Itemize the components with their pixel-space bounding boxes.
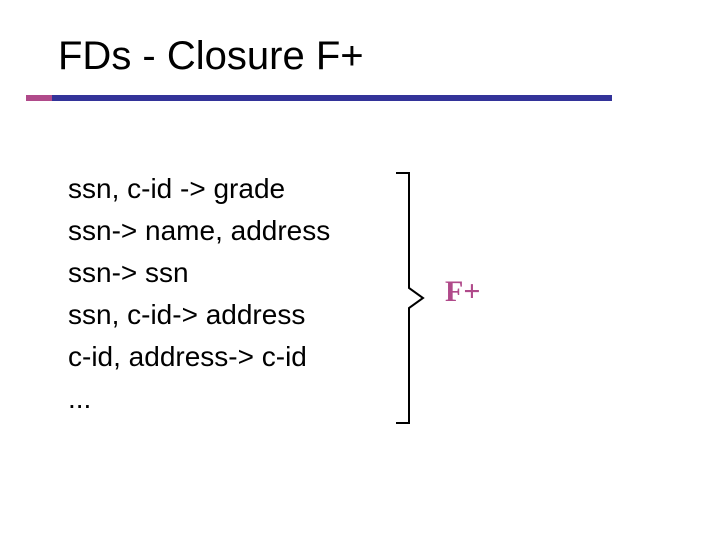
- fd-list: ssn, c-id -> grade ssn-> name, address s…: [68, 168, 330, 420]
- fd-line: ssn, c-id -> grade: [68, 168, 330, 210]
- fd-line: ssn-> name, address: [68, 210, 330, 252]
- fd-line: ssn, c-id-> address: [68, 294, 330, 336]
- closure-bracket-icon: [395, 172, 429, 424]
- title-underline: [52, 95, 612, 101]
- fd-line: ssn-> ssn: [68, 252, 330, 294]
- slide-title: FDs - Closure F+: [58, 34, 364, 79]
- closure-label: F+: [445, 275, 480, 309]
- accent-bar: [26, 95, 52, 101]
- fd-line: c-id, address-> c-id: [68, 336, 330, 378]
- fd-line: ...: [68, 378, 330, 420]
